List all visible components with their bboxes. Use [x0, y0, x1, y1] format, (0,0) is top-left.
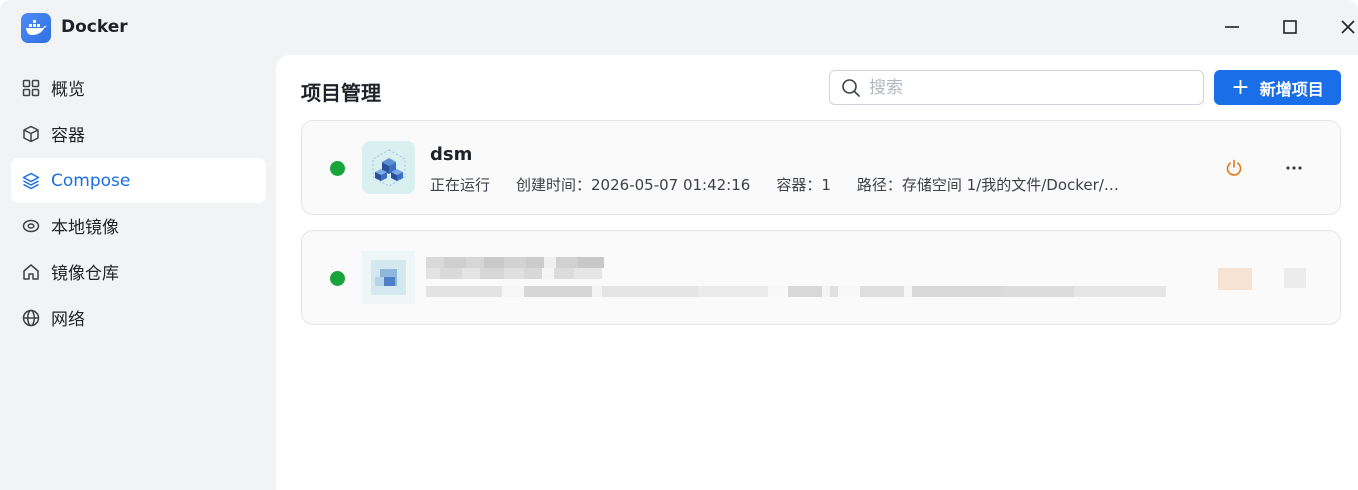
layers-icon: [22, 172, 40, 190]
project-card[interactable]: dsm 正在运行 创建时间：2026-05-07 01:42:16 容器：1 路…: [301, 120, 1341, 215]
obscured-power-icon[interactable]: [1218, 268, 1252, 290]
compose-project-icon: [362, 141, 415, 194]
sidebar-item-label: 镜像仓库: [51, 264, 119, 284]
project-name: dsm: [430, 144, 473, 165]
minimize-icon: [1225, 26, 1239, 28]
cube-icon: [22, 125, 40, 143]
obscured-project-name: [426, 257, 626, 279]
disk-icon: [22, 217, 40, 235]
sidebar: 概览 容器 Compose 本地镜像 镜像仓库 网络: [0, 55, 276, 490]
sidebar-item-label: 概览: [51, 80, 85, 100]
more-actions-button[interactable]: [1282, 157, 1306, 179]
sidebar-item-label: 本地镜像: [51, 218, 119, 238]
close-icon: [1341, 20, 1355, 34]
status-running-dot: [330, 161, 345, 176]
sidebar-item-local-images[interactable]: 本地镜像: [11, 203, 266, 248]
obscured-project-meta: [426, 286, 1176, 302]
title-bar: Docker: [0, 0, 1358, 55]
sidebar-item-compose[interactable]: Compose: [11, 158, 266, 203]
app-title: Docker: [61, 17, 128, 37]
project-card-obscured[interactable]: [301, 230, 1341, 325]
maximize-icon: [1283, 20, 1297, 34]
obscured-more-icon[interactable]: [1284, 268, 1306, 288]
search-input[interactable]: [869, 77, 1189, 98]
project-containers: 容器：1: [776, 176, 831, 194]
project-status: 正在运行: [430, 176, 491, 194]
search-box[interactable]: [829, 70, 1204, 105]
home-icon: [22, 263, 40, 281]
status-running-dot: [330, 271, 345, 286]
search-icon: [842, 78, 860, 97]
maximize-button[interactable]: [1275, 12, 1305, 42]
plus-icon: +: [1231, 74, 1250, 100]
sidebar-item-registry[interactable]: 镜像仓库: [11, 249, 266, 294]
project-created: 创建时间：2026-05-07 01:42:16: [516, 176, 751, 194]
main-panel: 项目管理 + 新增项目: [276, 55, 1358, 490]
globe-icon: [22, 309, 40, 327]
sidebar-item-network[interactable]: 网络: [11, 295, 266, 340]
project-meta: 正在运行 创建时间：2026-05-07 01:42:16 容器：1 路径：存储…: [430, 174, 1125, 195]
sidebar-item-label: Compose: [51, 170, 131, 191]
add-project-label: 新增项目: [1259, 79, 1324, 99]
sidebar-item-overview[interactable]: 概览: [11, 65, 266, 110]
grid-icon: [22, 79, 40, 97]
minimize-button[interactable]: [1217, 12, 1247, 42]
docker-window: Docker 概览 容器 Compose 本地镜像 镜像仓库 网络 项目管理 搜…: [0, 0, 1358, 490]
sidebar-item-label: 网络: [51, 310, 85, 330]
obscured-project-icon: [362, 251, 415, 304]
close-button[interactable]: [1333, 12, 1358, 42]
project-path: 路径：存储空间 1/我的文件/Docker/dsm: [856, 176, 1125, 194]
docker-logo-icon: [21, 13, 51, 43]
more-icon: [1286, 166, 1302, 170]
sidebar-item-label: 容器: [51, 126, 85, 146]
sidebar-item-containers[interactable]: 容器: [11, 111, 266, 156]
stop-button[interactable]: [1223, 157, 1245, 179]
add-project-button[interactable]: + 新增项目: [1214, 70, 1341, 105]
page-title: 项目管理: [301, 81, 381, 105]
power-icon: [1226, 159, 1242, 176]
